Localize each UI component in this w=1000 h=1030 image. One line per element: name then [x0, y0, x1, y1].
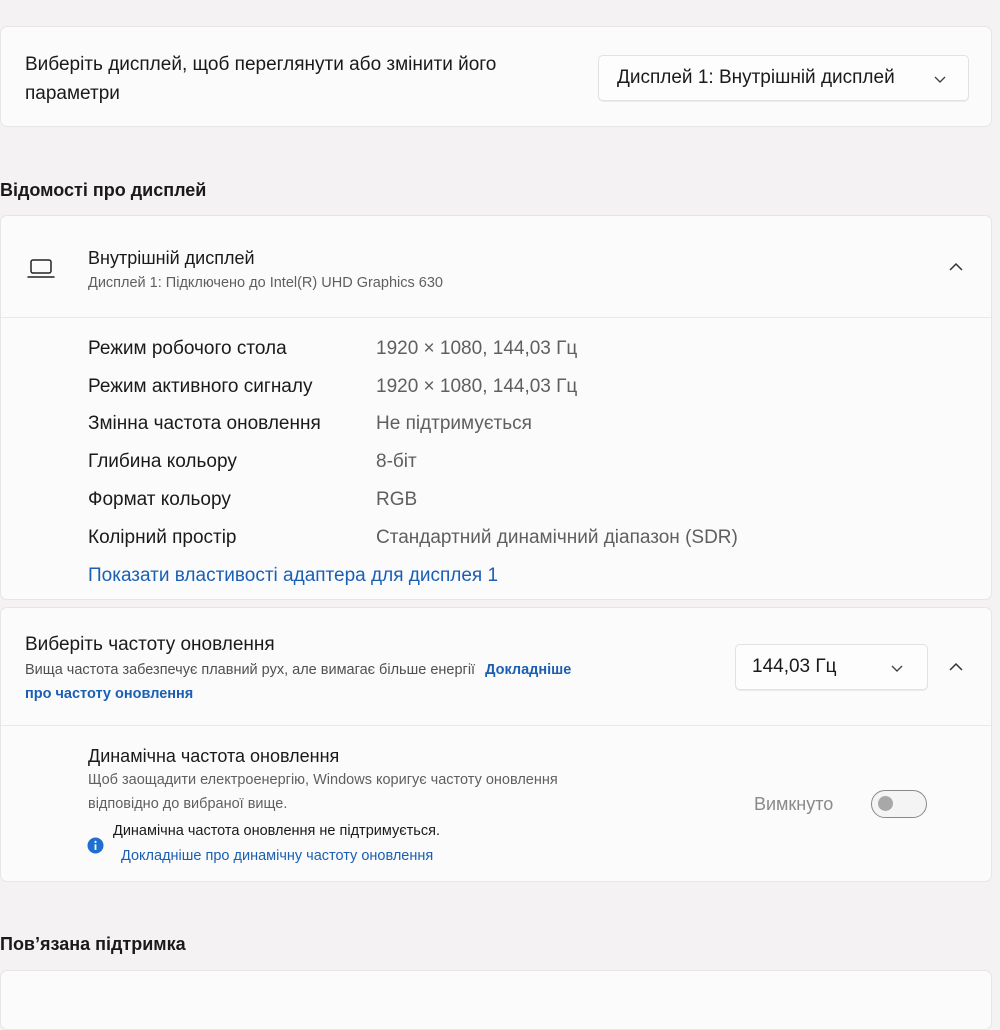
- chevron-up-icon[interactable]: [948, 661, 964, 673]
- refresh-rate-learn-more-link-line2[interactable]: про частоту оновлення: [25, 686, 193, 702]
- display-dropdown-value: Дисплей 1: Внутрішній дисплей: [617, 67, 895, 88]
- display-info-header[interactable]: Внутрішній дисплей Дисплей 1: Підключено…: [1, 216, 991, 317]
- info-row-value: 8-біт: [376, 451, 417, 472]
- info-row-label: Режим активного сигналу: [88, 376, 313, 397]
- refresh-rate-title: Виберіть частоту оновлення: [25, 634, 275, 655]
- info-row-label: Режим робочого стола: [88, 338, 287, 359]
- display-subtitle: Дисплей 1: Підключено до Intel(R) UHD Gr…: [88, 275, 443, 291]
- info-row-label: Змінна частота оновлення: [88, 413, 321, 434]
- info-row-value: RGB: [376, 489, 418, 510]
- info-row-value: 1920 × 1080, 144,03 Гц: [376, 376, 578, 397]
- refresh-rate-description: Вища частота забезпечує плавний рух, але…: [25, 662, 571, 678]
- display-dropdown[interactable]: Дисплей 1: Внутрішній дисплей: [598, 55, 969, 101]
- chevron-up-icon[interactable]: [948, 261, 964, 273]
- chevron-down-icon: [934, 76, 946, 83]
- dynamic-refresh-notice: Динамічна частота оновлення не підтримує…: [113, 823, 440, 839]
- display-info-card: Внутрішній дисплей Дисплей 1: Підключено…: [0, 215, 992, 600]
- refresh-rate-dropdown-value: 144,03 Гц: [752, 656, 837, 677]
- dynamic-refresh-learn-more-link[interactable]: Докладніше про динамічну частоту оновлен…: [121, 848, 433, 864]
- display-select-card: Виберіть дисплей, щоб переглянути або зм…: [0, 26, 992, 127]
- info-row-label: Формат кольору: [88, 489, 231, 510]
- refresh-rate-dropdown[interactable]: 144,03 Гц: [735, 644, 928, 690]
- laptop-icon: [27, 259, 55, 278]
- info-row-value: Стандартний динамічний діапазон (SDR): [376, 527, 738, 548]
- display-info-section-title: Відомості про дисплей: [0, 180, 207, 200]
- info-row-value: 1920 × 1080, 144,03 Гц: [376, 338, 578, 359]
- adapter-properties-link[interactable]: Показати властивості адаптера для диспле…: [88, 565, 498, 587]
- refresh-rate-description-text: Вища частота забезпечує плавний рух, але…: [25, 662, 476, 678]
- chevron-down-icon: [891, 665, 903, 672]
- dynamic-refresh-title: Динамічна частота оновлення: [88, 746, 340, 766]
- info-row-label: Глибина кольору: [88, 451, 237, 472]
- display-select-label-line1: Виберіть дисплей, щоб переглянути або зм…: [25, 54, 497, 75]
- refresh-rate-card: Виберіть частоту оновлення Вища частота …: [0, 607, 992, 882]
- dynamic-refresh-toggle[interactable]: [871, 790, 927, 818]
- dynamic-refresh-desc-line2: відповідно до вибраної вище.: [88, 796, 288, 812]
- related-support-section-title: Пов’язана підтримка: [0, 934, 186, 954]
- dynamic-refresh-desc-line1: Щоб заощадити електроенергію, Windows ко…: [88, 772, 558, 788]
- display-name: Внутрішній дисплей: [88, 248, 255, 268]
- refresh-rate-learn-more-link[interactable]: Докладніше: [485, 662, 571, 678]
- toggle-knob: [878, 796, 893, 811]
- dynamic-refresh-toggle-state: Вимкнуто: [754, 794, 834, 814]
- info-row-label: Колірний простір: [88, 527, 237, 548]
- info-icon: [87, 837, 104, 854]
- display-select-label-line2: параметри: [25, 83, 120, 104]
- info-row-value: Не підтримується: [376, 413, 532, 434]
- related-support-card: [0, 970, 992, 1030]
